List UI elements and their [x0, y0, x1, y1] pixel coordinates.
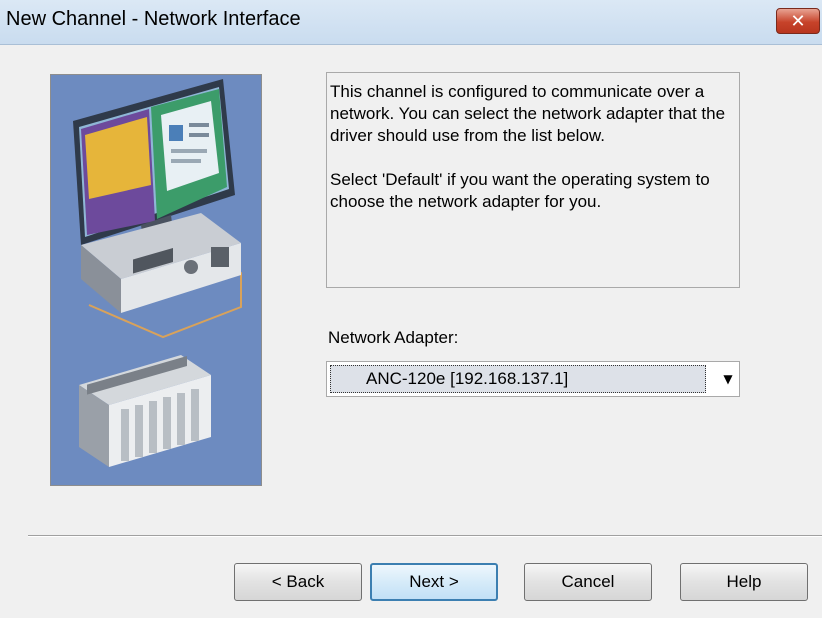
network-adapter-label: Network Adapter: [328, 328, 459, 347]
cancel-button[interactable]: Cancel [524, 563, 652, 601]
footer-separator [28, 535, 822, 537]
close-icon: ✕ [790, 10, 806, 32]
computer-plc-network-illustration-icon [51, 75, 261, 485]
description-paragraph-2: Select 'Default' if you want the operati… [330, 170, 710, 211]
window-title: New Channel - Network Interface [6, 8, 301, 30]
wizard-illustration [50, 74, 262, 486]
close-button[interactable]: ✕ [776, 8, 820, 34]
next-button[interactable]: Next > [370, 563, 498, 601]
network-adapter-selected-value[interactable]: ANC-120e [192.168.137.1] [330, 365, 706, 393]
network-adapter-select[interactable]: ANC-120e [192.168.137.1] ▼ [326, 361, 740, 397]
help-button[interactable]: Help [680, 563, 808, 601]
chevron-down-icon[interactable]: ▼ [719, 369, 737, 389]
back-button[interactable]: < Back [234, 563, 362, 601]
title-bar: New Channel - Network Interface ✕ [0, 0, 822, 45]
description-box: This channel is configured to communicat… [326, 72, 740, 288]
description-paragraph-1: This channel is configured to communicat… [330, 82, 726, 145]
